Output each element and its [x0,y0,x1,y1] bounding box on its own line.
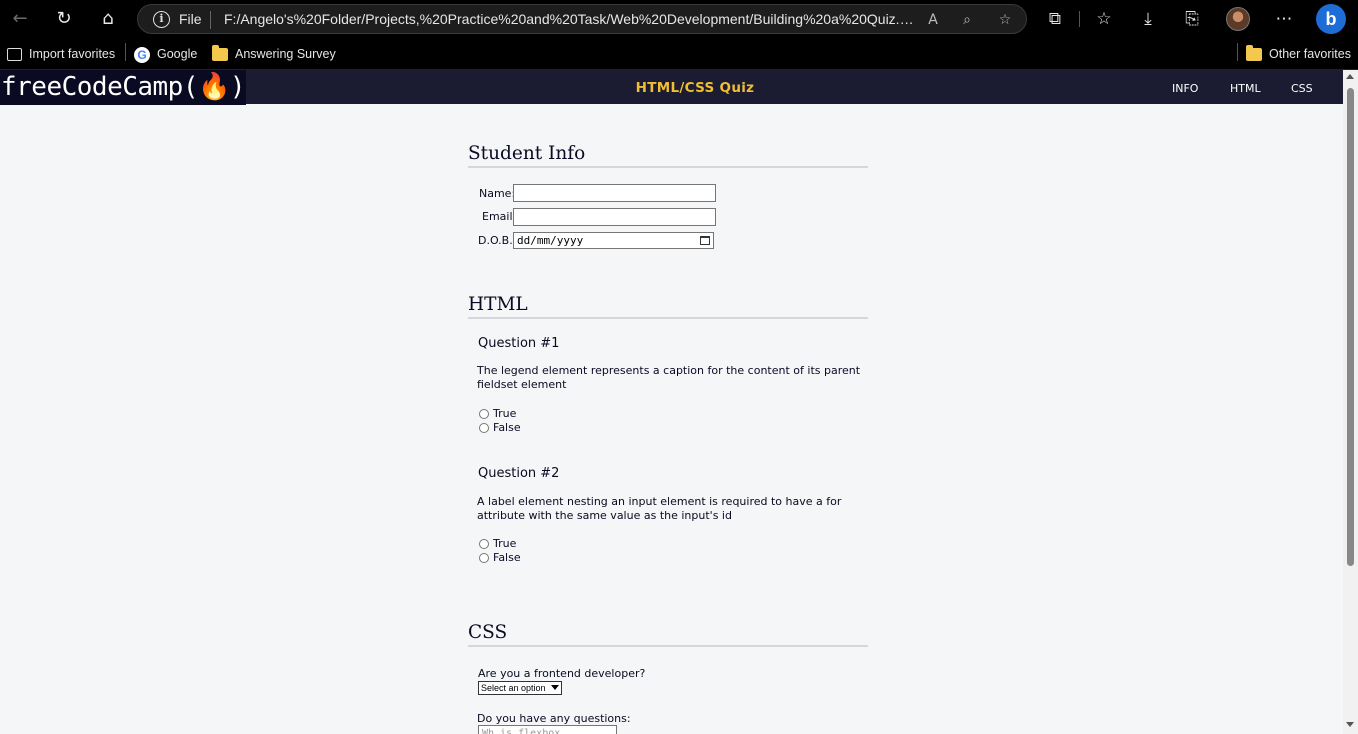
bookmark-other-favorites[interactable]: Other favorites [1246,44,1351,64]
address-bar[interactable]: i File F:/Angelo's%20Folder/Projects,%20… [137,4,1027,34]
info-icon[interactable]: i [153,11,170,28]
browser-toolbar: ← ↻ ⌂ i File F:/Angelo's%20Folder/Projec… [0,0,1358,38]
dob-label: D.O.B. [478,234,513,247]
bing-icon[interactable]: b [1316,4,1346,34]
scroll-up-icon[interactable] [1346,74,1354,79]
bookmark-divider [1237,43,1238,61]
scroll-down-icon[interactable] [1346,722,1354,727]
bookmark-import-favorites[interactable]: Import favorites [7,44,115,64]
address-divider [210,11,211,29]
more-icon[interactable]: ⋯ [1272,7,1296,31]
nav-link-css[interactable]: CSS [1291,82,1313,95]
address-scheme: File [179,11,202,27]
questions-label: Do you have any questions: [477,712,631,725]
downloads-icon[interactable]: ⤓ [1136,7,1160,31]
refresh-icon[interactable]: ↻ [52,7,76,31]
name-label: Name: [479,187,516,200]
folder-icon [1246,45,1262,62]
nav-link-info[interactable]: INFO [1172,82,1198,95]
favorites-icon[interactable]: ☆ [1092,7,1116,31]
frontend-question-label: Are you a frontend developer? [478,667,646,680]
folder-icon [212,45,228,62]
question-2-text: A label element nesting an input element… [477,495,842,522]
back-arrow-icon[interactable]: ← [8,7,32,31]
radio-label: False [493,421,521,434]
home-icon[interactable]: ⌂ [96,7,120,31]
section-heading-student-info: Student Info [468,143,868,168]
profile-avatar[interactable] [1226,7,1250,31]
radio-label: True [493,407,517,420]
import-icon [7,48,22,62]
radio-button[interactable] [479,423,489,433]
bookmark-divider [125,43,126,61]
radio-label: True [493,537,517,550]
question-1-title: Question #1 [478,336,560,351]
radio-button[interactable] [479,539,489,549]
bookmark-label: Other favorites [1269,47,1351,61]
questions-textarea[interactable]: Wh is flexbox [478,725,617,734]
frontend-select[interactable]: Select an option [478,681,562,695]
radio-button[interactable] [479,409,489,419]
dob-placeholder: dd/mm/yyyy [517,234,584,247]
collections-icon[interactable]: ⎘ [1180,7,1204,31]
email-label: Email: [482,210,517,223]
question-1-text: The legend element represents a caption … [477,364,861,391]
address-url[interactable]: F:/Angelo's%20Folder/Projects,%20Practic… [224,11,914,27]
toolbar-divider [1079,11,1080,27]
name-field[interactable] [513,184,716,202]
read-aloud-icon[interactable]: A [922,9,944,31]
question-2-title: Question #2 [478,466,560,481]
site-header: freeCodeCamp(🔥) HTML/CSS Quiz INFO HTML … [0,70,1343,105]
bookmark-label: Import favorites [29,47,116,61]
email-field[interactable] [513,208,716,226]
page-viewport: freeCodeCamp(🔥) HTML/CSS Quiz INFO HTML … [0,70,1343,734]
radio-label: False [493,551,521,564]
nav-link-html[interactable]: HTML [1230,82,1261,95]
scrollbar-thumb[interactable] [1347,88,1354,566]
page-scrollbar[interactable] [1343,70,1358,734]
bookmark-google[interactable]: G Google [134,44,197,64]
chevron-down-icon [551,685,559,690]
google-icon: G [134,46,150,63]
radio-button[interactable] [479,553,489,563]
bookmark-label: Answering Survey [235,47,336,61]
add-favorite-icon[interactable]: ☆ [994,9,1016,31]
section-heading-css: CSS [468,622,868,647]
page-title: HTML/CSS Quiz [635,80,755,96]
bookmarks-bar: Import favorites G Google Answering Surve… [0,38,1358,70]
extensions-icon[interactable]: ⧉ [1043,7,1067,31]
dob-date-input[interactable]: dd/mm/yyyy [513,232,714,249]
bookmark-label: Google [157,47,198,61]
section-heading-html: HTML [468,294,868,319]
select-value: Select an option [481,683,546,693]
zoom-icon[interactable]: ⌕ [956,9,978,31]
bookmark-answering-survey[interactable]: Answering Survey [212,44,336,64]
calendar-icon[interactable] [700,236,710,245]
